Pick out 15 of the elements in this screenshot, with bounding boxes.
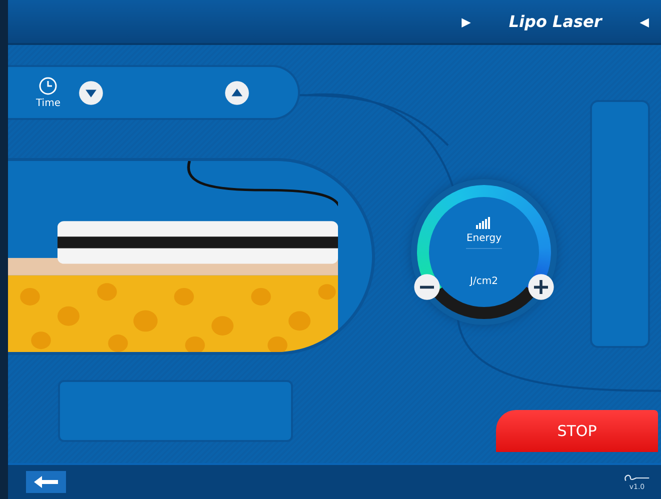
bars-icon [476, 217, 492, 229]
left-arrow-button[interactable]: ◀ [640, 14, 649, 28]
minus-button[interactable] [413, 273, 441, 301]
stop-button[interactable]: STOP [496, 410, 658, 452]
signature-logo-icon [623, 473, 651, 483]
plus-button[interactable] [527, 273, 555, 301]
energy-label: Energy [466, 233, 502, 249]
app-title: Lipo Laser [508, 12, 602, 31]
decrease-time-button[interactable] [78, 80, 104, 106]
right-arrow-button[interactable]: ▶ [462, 14, 471, 28]
clock-icon [38, 76, 58, 96]
increase-time-button[interactable] [224, 80, 250, 106]
time-label: Time [36, 98, 60, 109]
back-arrow-button[interactable] [26, 471, 66, 493]
unit-label: J/cm2 [470, 276, 498, 287]
